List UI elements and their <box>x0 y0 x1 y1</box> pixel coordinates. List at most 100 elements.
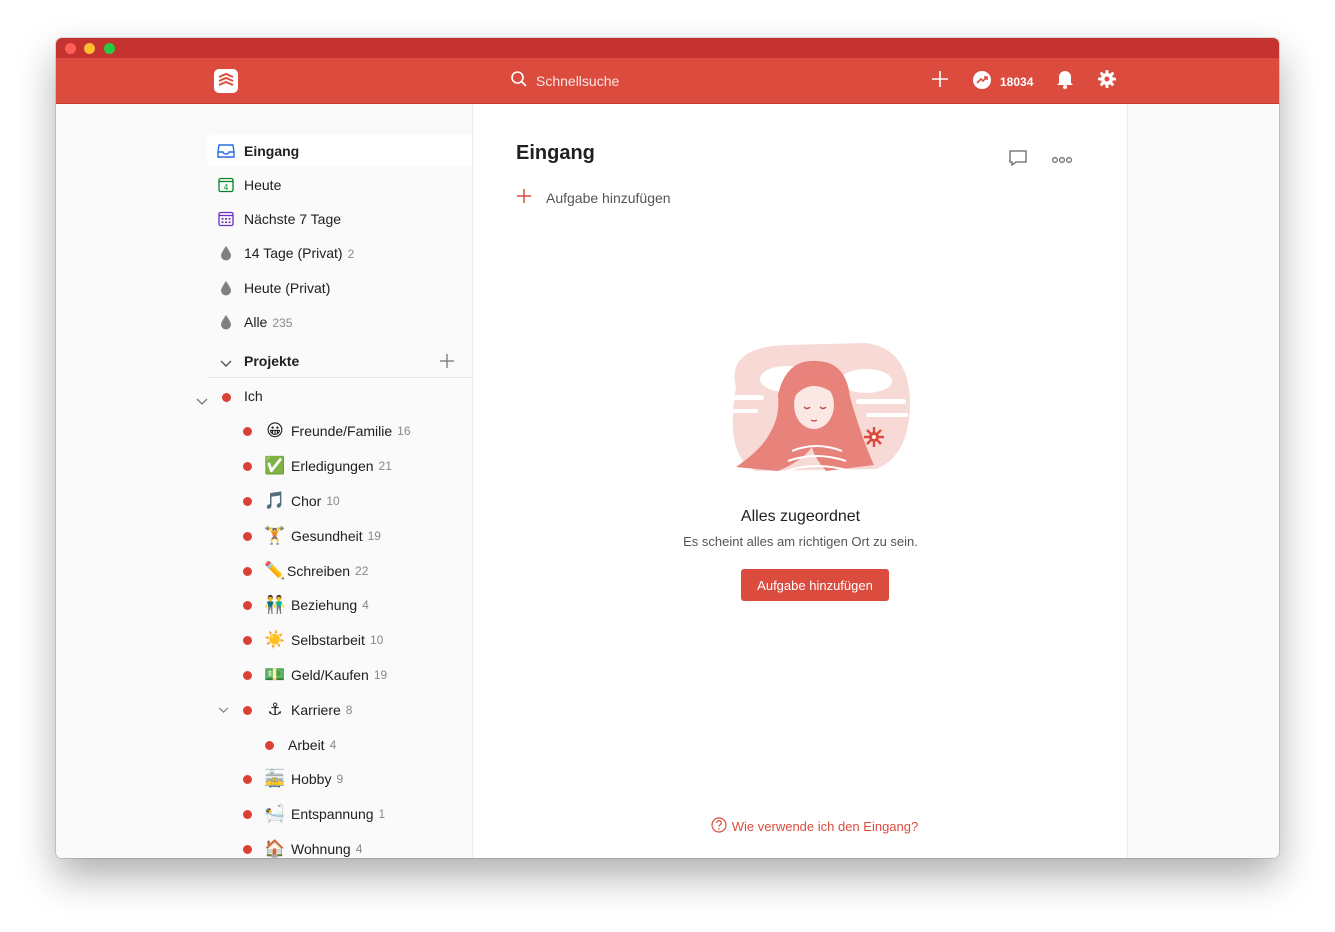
chevron-down-icon[interactable] <box>220 355 232 371</box>
filter-count: 235 <box>272 316 293 330</box>
top-bar: Schnellsuche 18034 <box>56 58 1279 104</box>
project-count: 22 <box>355 564 369 578</box>
project-count: 4 <box>329 738 337 752</box>
add-project-button[interactable] <box>440 354 454 371</box>
karma-button[interactable]: 18034 <box>972 70 1033 93</box>
project-gesundheit[interactable]: 🏋 Gesundheit 19 <box>243 521 381 551</box>
svg-text:4: 4 <box>224 183 229 192</box>
grinning-face-icon: 😀 <box>266 421 284 440</box>
plus-icon <box>516 188 532 207</box>
project-count: 19 <box>367 529 381 543</box>
project-color-dot <box>243 461 252 471</box>
sidebar-item-filter-all[interactable]: Alle 235 <box>207 306 472 338</box>
project-label: Freunde/Familie <box>291 423 393 439</box>
add-task-button[interactable] <box>928 69 952 93</box>
project-count: 10 <box>326 494 340 508</box>
project-selbstarbeit[interactable]: ☀️ Selbstarbeit 10 <box>243 625 383 655</box>
filter-drop-icon <box>217 279 235 297</box>
project-color-dot <box>243 774 252 784</box>
project-label: Geld/Kaufen <box>291 667 369 683</box>
project-count: 4 <box>362 598 369 612</box>
project-count: 16 <box>397 424 411 438</box>
inbox-icon <box>217 142 235 160</box>
project-geld-kaufen[interactable]: 💵 Geld/Kaufen 19 <box>243 660 387 690</box>
title-bar <box>56 38 1279 58</box>
project-erledigungen[interactable]: ✅ Erledigungen 21 <box>243 451 392 481</box>
project-schreiben[interactable]: ✏️ Schreiben 22 <box>243 556 368 586</box>
project-color-dot <box>243 496 252 506</box>
project-color-dot <box>243 600 252 610</box>
project-label: Hobby <box>291 771 332 787</box>
project-count: 4 <box>355 842 363 856</box>
project-karriere[interactable]: ⚓ Karriere 8 <box>218 695 352 725</box>
project-wohnung[interactable]: 🏠 Wohnung 4 <box>243 834 362 858</box>
search-input[interactable]: Schnellsuche <box>536 73 619 89</box>
comments-button[interactable] <box>1008 148 1028 173</box>
project-count: 1 <box>378 807 386 821</box>
sidebar-item-today[interactable]: 4 Heute <box>207 169 472 201</box>
project-color-dot <box>243 531 252 541</box>
projects-header[interactable]: Projekte <box>207 344 472 378</box>
project-count: 8 <box>345 703 353 717</box>
project-color-dot <box>243 809 252 819</box>
project-color-dot <box>222 393 231 402</box>
calendar-today-icon: 4 <box>217 176 235 194</box>
projects-title: Projekte <box>244 352 300 369</box>
project-label: Ich <box>244 388 263 404</box>
project-label: Beziehung <box>291 597 358 613</box>
calendar-week-icon <box>217 210 235 228</box>
project-color-dot <box>265 740 274 750</box>
project-arbeit[interactable]: Arbeit 4 <box>265 730 336 760</box>
two-men-icon: 👬 <box>264 595 286 614</box>
notifications-button[interactable] <box>1053 69 1077 93</box>
chevron-down-icon[interactable] <box>218 701 229 717</box>
project-hobby[interactable]: 🚋 Hobby 9 <box>243 764 343 794</box>
empty-state-title: Alles zugeordnet <box>740 508 861 525</box>
minimize-window-button[interactable] <box>84 43 95 54</box>
pencil-icon: ✏️ <box>264 561 286 580</box>
empty-state-subtitle: Es scheint alles am richtigen Ort zu sei… <box>683 534 918 549</box>
add-task-button[interactable]: Aufgabe hinzufügen <box>741 569 889 601</box>
project-label: Schreiben <box>287 563 351 579</box>
chevron-down-icon[interactable] <box>196 393 208 409</box>
project-label: Selbstarbeit <box>291 632 365 648</box>
sidebar-item-inbox[interactable]: Eingang <box>207 135 472 167</box>
more-actions-button[interactable] <box>1051 152 1073 170</box>
house-icon: 🏠 <box>264 839 286 858</box>
project-color-dot <box>243 670 252 680</box>
filter-count: 2 <box>347 247 355 261</box>
project-beziehung[interactable]: 👬 Beziehung 4 <box>243 590 369 620</box>
add-task-inline[interactable]: Aufgabe hinzufügen <box>516 188 671 207</box>
inbox-help-link[interactable]: Wie verwende ich den Eingang? <box>473 817 1156 836</box>
add-task-label: Aufgabe hinzufügen <box>546 189 671 206</box>
project-color-dot <box>243 705 252 715</box>
sidebar-item-filter-14-days[interactable]: 14 Tage (Privat) 2 <box>207 237 472 269</box>
project-label: Wohnung <box>291 841 351 857</box>
help-circle-icon <box>711 817 727 836</box>
bell-icon <box>1056 69 1074 94</box>
filter-label: 14 Tage (Privat) <box>244 245 343 261</box>
sidebar: Eingang 4 Heute Nächste 7 Tage 14 Tage (… <box>56 104 473 858</box>
quick-search[interactable]: Schnellsuche <box>506 69 826 93</box>
project-entspannung[interactable]: 🛀 Entspannung 1 <box>243 799 385 829</box>
plus-icon <box>931 70 949 93</box>
project-color-dot <box>243 566 252 576</box>
project-count: 9 <box>336 772 344 786</box>
dollar-bill-icon: 💵 <box>264 665 286 684</box>
project-label: Chor <box>291 493 322 509</box>
close-window-button[interactable] <box>65 43 76 54</box>
zoom-window-button[interactable] <box>104 43 115 54</box>
comment-icon <box>1008 150 1028 172</box>
help-link-text: Wie verwende ich den Eingang? <box>731 819 919 834</box>
project-count: 10 <box>369 633 384 647</box>
settings-button[interactable] <box>1095 69 1119 93</box>
filter-drop-icon <box>217 313 235 331</box>
sidebar-item-filter-today-private[interactable]: Heute (Privat) <box>207 272 472 304</box>
project-freunde-familie[interactable]: 😀 Freunde/Familie 16 <box>243 416 411 446</box>
search-icon <box>510 70 528 93</box>
sidebar-item-next-7-days[interactable]: Nächste 7 Tage <box>207 203 472 235</box>
project-count: 19 <box>373 668 388 682</box>
gear-icon <box>1097 69 1117 94</box>
project-chor[interactable]: 🎵 Chor 10 <box>243 486 340 516</box>
todoist-logo-icon[interactable] <box>214 69 238 93</box>
